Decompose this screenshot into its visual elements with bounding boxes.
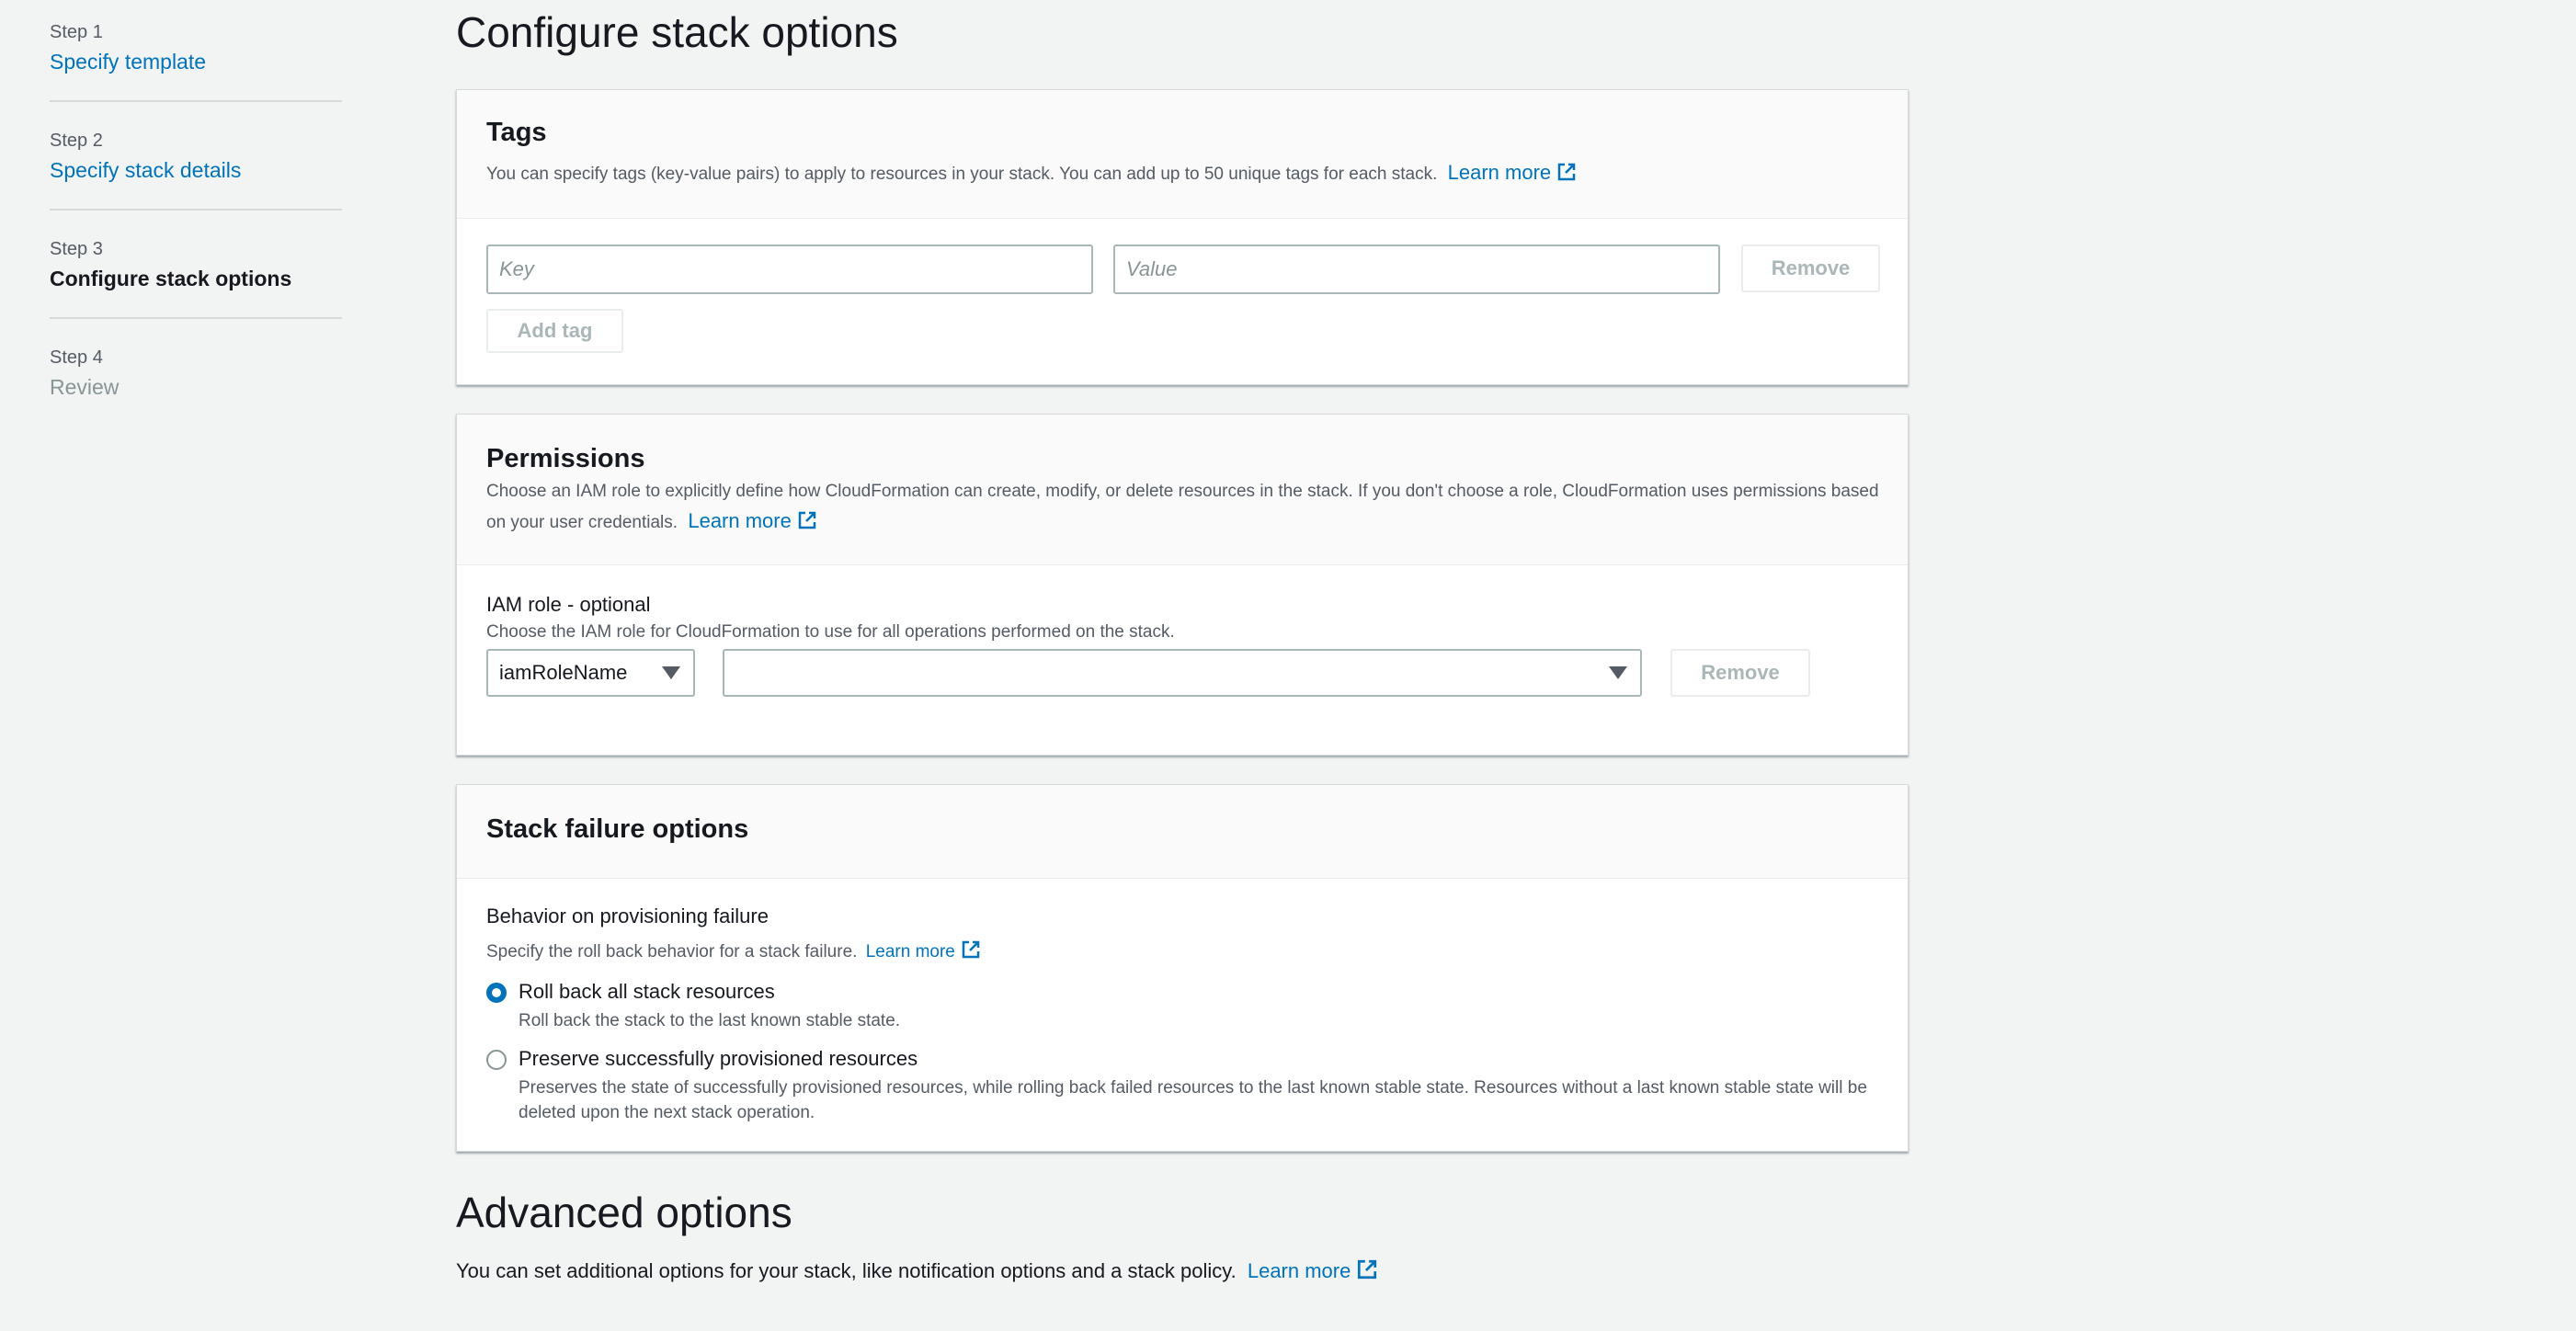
rollback-all-description: Roll back the stack to the last known st… — [519, 1011, 901, 1030]
remove-tag-button[interactable]: Remove — [1741, 245, 1880, 292]
step-1-link[interactable]: Specify template — [50, 50, 206, 74]
rollback-all-radio[interactable] — [486, 983, 507, 1003]
permissions-description: Choose an IAM role to explicitly define … — [486, 477, 1884, 538]
tags-description-text: You can specify tags (key-value pairs) t… — [486, 165, 1438, 184]
advanced-options-title: Advanced options — [456, 1189, 792, 1236]
page-title: Configure stack options — [456, 8, 898, 56]
tags-panel: Tags You can specify tags (key-value pai… — [456, 89, 1909, 385]
external-link-icon — [1358, 1259, 1377, 1280]
advanced-options-description: You can set additional options for your … — [456, 1258, 1378, 1283]
step-3-number: Step 3 — [50, 239, 103, 259]
external-link-icon — [798, 511, 816, 529]
stack-failure-panel: Stack failure options Behavior on provis… — [456, 784, 1909, 1152]
step-2-number: Step 2 — [50, 131, 103, 151]
stack-failure-panel-header: Stack failure options — [457, 785, 1908, 879]
learn-more-label: Learn more — [1247, 1259, 1351, 1282]
remove-iam-role-button[interactable]: Remove — [1670, 649, 1810, 697]
behavior-label: Behavior on provisioning failure — [486, 904, 769, 927]
step-divider — [50, 100, 342, 102]
behavior-description: Specify the roll back behavior for a sta… — [486, 939, 981, 962]
learn-more-label: Learn more — [865, 942, 955, 961]
step-1-number: Step 1 — [50, 22, 103, 42]
permissions-panel: Permissions Choose an IAM role to explic… — [456, 414, 1909, 756]
tag-value-input[interactable] — [1113, 245, 1720, 294]
tags-panel-header: Tags You can specify tags (key-value pai… — [457, 90, 1908, 219]
preserve-resources-label[interactable]: Preserve successfully provisioned resour… — [519, 1047, 918, 1071]
caret-down-icon — [1609, 666, 1627, 679]
step-4-number: Step 4 — [50, 347, 103, 368]
preserve-resources-radio[interactable] — [486, 1050, 507, 1070]
permissions-panel-header: Permissions Choose an IAM role to explic… — [457, 415, 1908, 565]
caret-down-icon — [662, 666, 680, 679]
iam-role-type-value: iamRoleName — [499, 661, 628, 684]
external-link-icon — [1557, 163, 1576, 181]
add-tag-button[interactable]: Add tag — [486, 309, 623, 353]
advanced-description-text: You can set additional options for your … — [456, 1259, 1237, 1282]
step-3-current: Configure stack options — [50, 267, 292, 290]
iam-role-type-select[interactable]: iamRoleName — [486, 649, 695, 697]
preserve-resources-description: Preserves the state of successfully prov… — [519, 1078, 1867, 1122]
stack-failure-learn-more-link[interactable]: Learn more — [865, 940, 981, 961]
stack-failure-title: Stack failure options — [486, 814, 749, 844]
step-divider — [50, 209, 342, 210]
learn-more-label: Learn more — [1447, 161, 1552, 184]
permissions-learn-more-link[interactable]: Learn more — [688, 509, 817, 532]
tag-key-input[interactable] — [486, 245, 1093, 294]
tags-title: Tags — [486, 118, 547, 147]
step-4-label: Review — [50, 375, 120, 399]
tags-learn-more-link[interactable]: Learn more — [1448, 161, 1578, 184]
iam-role-select[interactable] — [723, 649, 1642, 697]
behavior-description-text: Specify the roll back behavior for a sta… — [486, 942, 858, 961]
iam-role-description: Choose the IAM role for CloudFormation t… — [486, 622, 1175, 642]
tags-description: You can specify tags (key-value pairs) t… — [486, 158, 1577, 189]
advanced-learn-more-link[interactable]: Learn more — [1248, 1259, 1379, 1282]
step-divider — [50, 317, 342, 319]
step-2-link[interactable]: Specify stack details — [50, 158, 241, 183]
rollback-all-label[interactable]: Roll back all stack resources — [519, 980, 775, 1004]
external-link-icon — [962, 940, 980, 959]
permissions-title: Permissions — [486, 444, 645, 473]
iam-role-label: IAM role - optional — [486, 593, 651, 616]
learn-more-label: Learn more — [688, 509, 792, 532]
